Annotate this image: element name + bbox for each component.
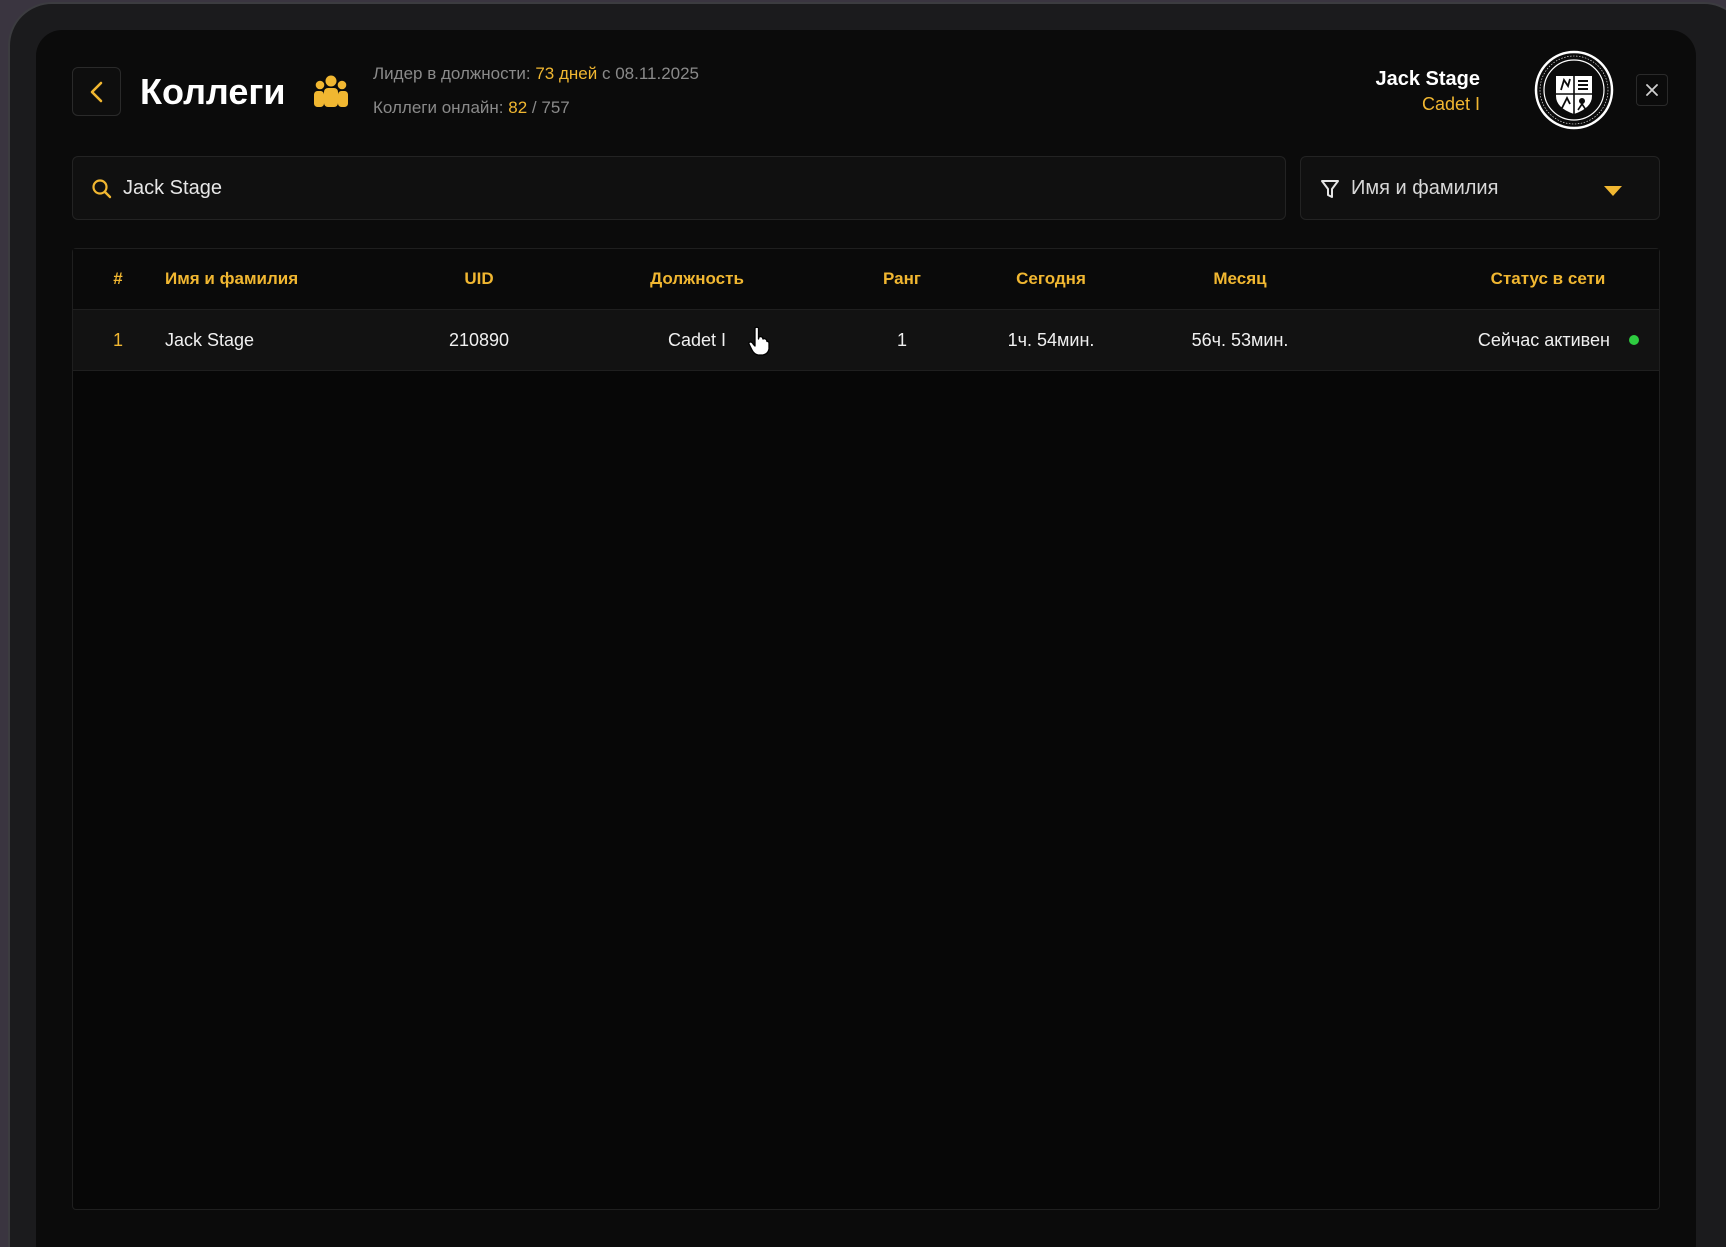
row-name: Jack Stage xyxy=(165,330,255,350)
search-icon xyxy=(92,179,112,199)
row-uid: 210890 xyxy=(448,330,510,350)
search-input[interactable] xyxy=(123,157,1263,219)
user-role: Cadet I xyxy=(1421,94,1480,114)
row-index: 1 xyxy=(112,330,124,350)
back-chevron-icon xyxy=(90,81,102,102)
app-window: Коллеги Лидер в должности: 73 дней с 08.… xyxy=(36,30,1696,1247)
people-icon xyxy=(314,75,348,107)
close-button[interactable] xyxy=(1636,74,1668,106)
status-online-dot xyxy=(1629,335,1639,345)
leader-label: Лидер в должности: xyxy=(373,64,531,83)
row-status: Сейчас активен xyxy=(1477,330,1610,350)
leader-since: с 08.11.2025 xyxy=(601,64,700,83)
filter-selected-label: Имя и фамилия xyxy=(1351,177,1499,199)
row-month: 56ч. 53мин. xyxy=(1191,330,1289,350)
row-today: 1ч. 54мин. xyxy=(1007,330,1095,350)
row-position: Cadet I xyxy=(667,330,727,350)
online-count: 82 xyxy=(508,98,528,117)
col-header-rank[interactable]: Ранг xyxy=(883,249,921,309)
col-header-uid[interactable]: UID xyxy=(464,249,493,309)
back-button[interactable] xyxy=(72,67,121,116)
user-name: Jack Stage xyxy=(1375,68,1480,90)
col-header-index[interactable]: # xyxy=(113,249,122,309)
col-header-position[interactable]: Должность xyxy=(650,249,744,309)
close-icon xyxy=(1646,84,1658,96)
chevron-down-icon xyxy=(1604,186,1622,196)
row-rank: 1 xyxy=(896,330,908,350)
colleagues-online: Коллеги онлайн: 82 / 757 xyxy=(373,98,570,118)
col-header-name[interactable]: Имя и фамилия xyxy=(165,249,298,309)
table-row[interactable]: 1 Jack Stage 210890 Cadet I 1 1ч. 54мин.… xyxy=(73,310,1659,371)
leader-tenure: Лидер в должности: 73 дней с 08.11.2025 xyxy=(373,64,699,84)
filter-icon xyxy=(1321,180,1339,198)
page-title: Коллеги xyxy=(140,71,286,112)
online-total: / 757 xyxy=(531,98,570,117)
table-header: # Имя и фамилия UID Должность Ранг Сегод… xyxy=(73,249,1659,310)
hand-cursor-icon xyxy=(748,326,770,356)
col-header-status[interactable]: Статус в сети xyxy=(1491,249,1606,309)
online-label: Коллеги онлайн: xyxy=(373,98,504,117)
colleagues-table: # Имя и фамилия UID Должность Ранг Сегод… xyxy=(72,248,1660,1210)
col-header-month[interactable]: Месяц xyxy=(1213,249,1266,309)
filter-select[interactable]: Имя и фамилия xyxy=(1300,156,1660,220)
search-box[interactable] xyxy=(72,156,1286,220)
col-header-today[interactable]: Сегодня xyxy=(1016,249,1086,309)
emblem-seal xyxy=(1534,50,1614,130)
leader-days: 73 дней xyxy=(535,64,598,83)
